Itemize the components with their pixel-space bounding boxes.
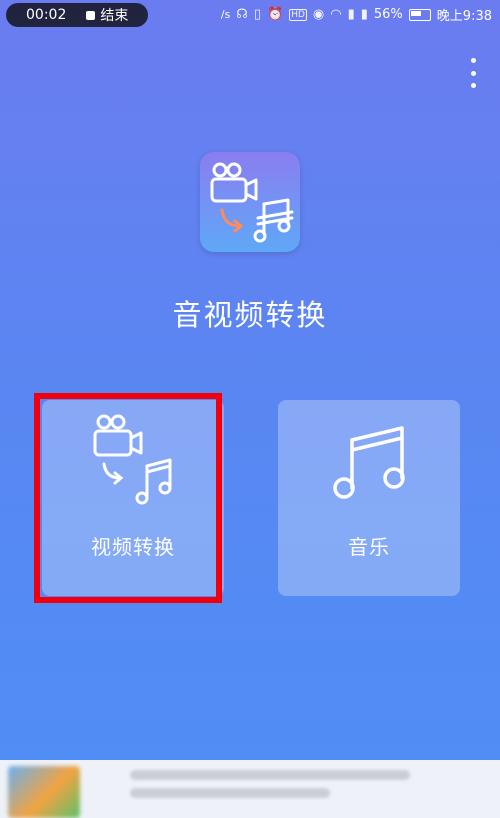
video-convert-label: 视频转换 — [91, 535, 175, 559]
music-label: 音乐 — [348, 535, 390, 559]
ad-text-blurred — [130, 770, 430, 814]
net-speed: /s — [220, 8, 231, 21]
ad-banner[interactable] — [0, 760, 500, 818]
signal-icon: ▮ — [347, 7, 355, 22]
app-logo — [200, 152, 300, 252]
video-to-music-icon — [210, 162, 294, 243]
status-bar: 00:02 结束 /s ☊ ▯ ⏰ HD ◉ ◠ ▮ ▮ 56% 晚上9:38 — [0, 0, 500, 30]
video-to-music-icon — [93, 414, 172, 505]
wifi-icon: ◠ — [330, 7, 342, 22]
recording-time: 00:02 — [26, 7, 67, 23]
signal-4g-icon: ▮ — [360, 7, 368, 22]
hd-icon: HD — [289, 8, 307, 21]
stop-icon — [86, 10, 96, 20]
video-convert-card[interactable]: 视频转换 — [42, 400, 224, 596]
app-title: 音视频转换 — [172, 298, 328, 332]
clock: 晚上9:38 — [436, 9, 492, 24]
more-dot — [470, 83, 476, 88]
ad-thumbnail — [8, 766, 80, 818]
more-dot — [470, 58, 476, 63]
headset-icon: ☊ — [236, 7, 248, 22]
recording-stop-label[interactable]: 结束 — [100, 5, 128, 25]
vibrate-icon: ▯ — [253, 7, 261, 22]
screen-recording-pill[interactable]: 00:02 结束 — [6, 3, 148, 27]
music-card[interactable]: 音乐 — [278, 400, 460, 596]
alarm-icon: ⏰ — [267, 7, 284, 22]
music-note-icon — [333, 426, 405, 499]
battery-icon — [408, 8, 431, 21]
more-dot — [470, 70, 476, 76]
battery-percent: 56% — [373, 7, 403, 22]
more-options-icon[interactable] — [466, 58, 480, 88]
status-icons: /s ☊ ▯ ⏰ HD ◉ ◠ ▮ ▮ 56% 晚上9:38 — [221, 5, 492, 24]
eye-icon: ◉ — [312, 7, 325, 22]
